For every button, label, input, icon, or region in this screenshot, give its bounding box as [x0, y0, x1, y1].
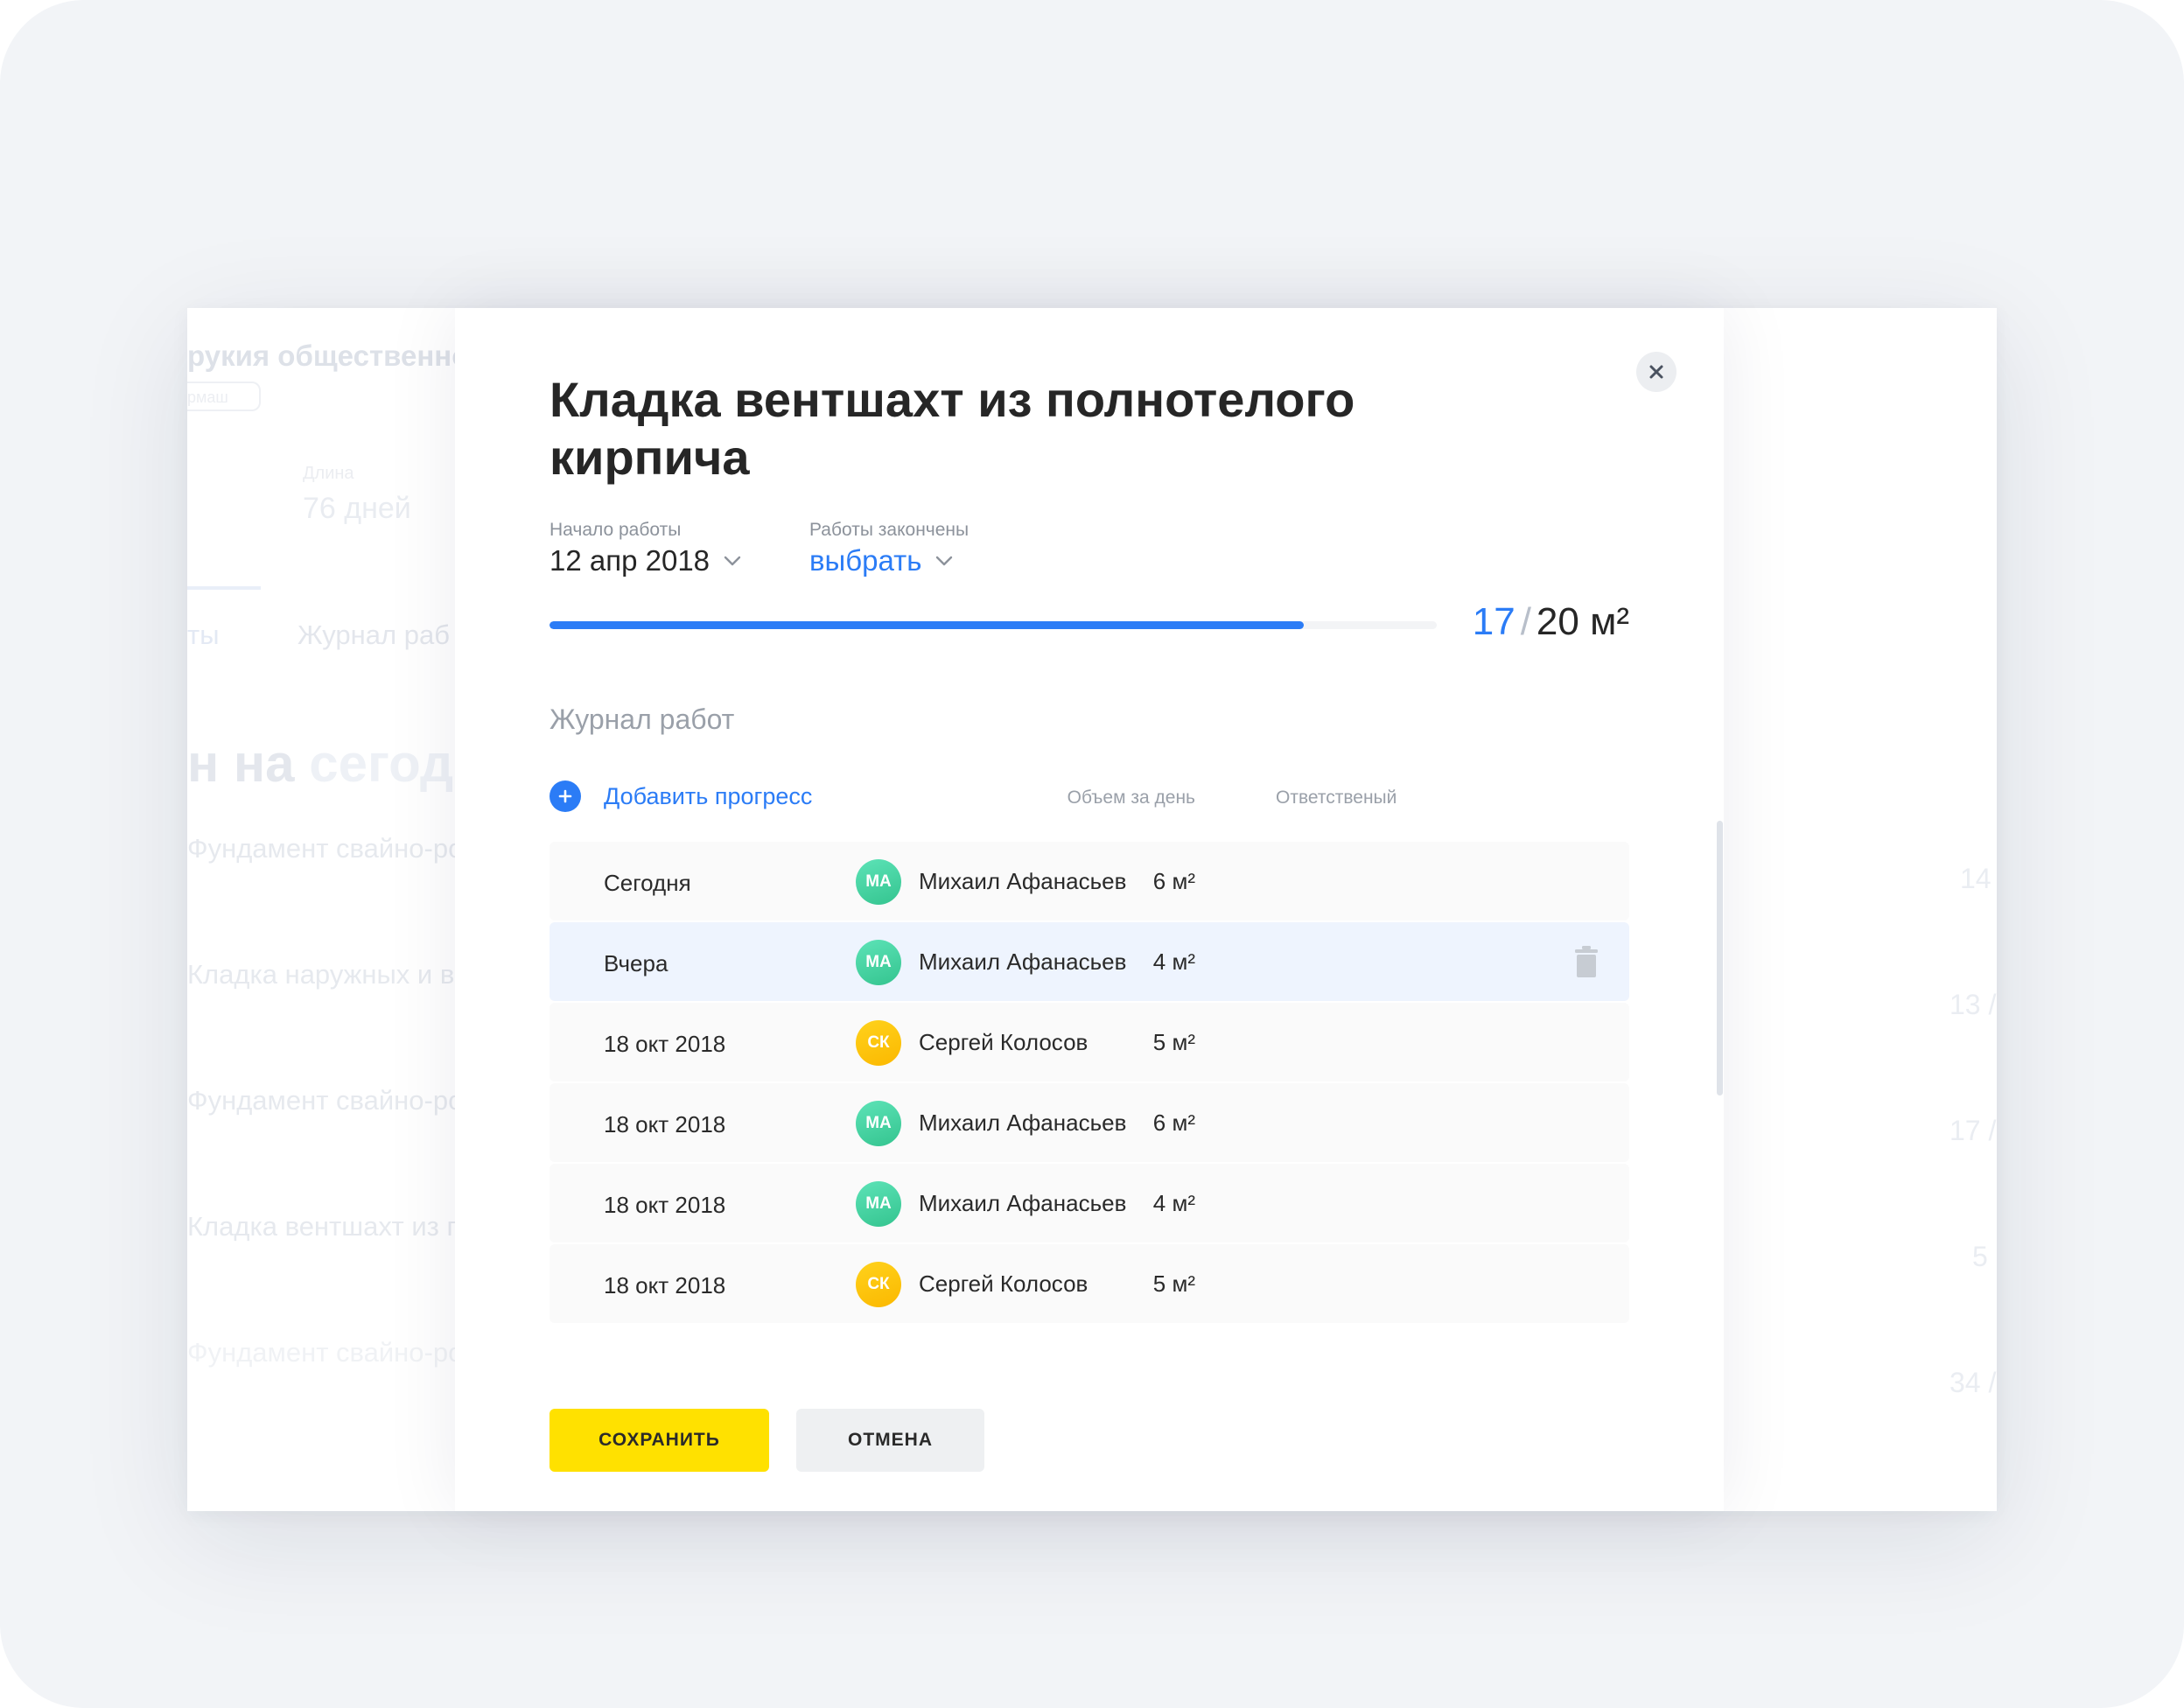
journal-row[interactable]: 18 окт 2018 6 м² МА Михаил Афанасьев — [550, 1083, 1629, 1162]
bg-task-row: Фундамент свайно-ро — [187, 1337, 464, 1368]
avatar: СК — [856, 1262, 901, 1307]
bg-row-count: 14 — [1960, 863, 1992, 894]
journal-row[interactable]: 18 окт 2018 5 м² СК Сергей Колосов — [550, 1003, 1629, 1082]
bg-stat-value: 76 дней — [303, 492, 411, 525]
bg-status-tag: рмаш — [187, 382, 261, 411]
bg-tab-works: ты — [187, 620, 220, 650]
dialog-title: Кладка вентшахт из полнотелого кирпича — [550, 372, 1355, 485]
progress-bar-fill — [550, 621, 1304, 629]
bg-plan-heading: н на сегод — [187, 733, 453, 794]
bg-status-tag-text: рмаш — [187, 388, 228, 406]
delete-row-button[interactable] — [1573, 945, 1600, 978]
task-progress-dialog: Кладка вентшахт из полнотелого кирпича Н… — [455, 308, 1724, 1511]
bg-row-count: 13 / — [1950, 989, 1997, 1020]
avatar: СК — [856, 1020, 901, 1066]
bg-project-title: рукия общественной — [187, 340, 487, 372]
bg-tab-journal: Журнал раб — [298, 620, 450, 650]
progress-total-value: 20 м² — [1536, 600, 1629, 643]
finish-date-label: Работы закончены — [809, 520, 970, 540]
journal-table: Сегодня 6 м² МА Михаил Афанасьев Вчера 4… — [550, 842, 1629, 1325]
row-responsible-name: Михаил Афанасьев — [919, 868, 1127, 894]
row-volume: 4 м² — [1152, 948, 1195, 975]
bg-stat-label: Длина — [303, 464, 354, 483]
journal-row[interactable]: 18 окт 2018 4 м² МА Михаил Афанасьев — [550, 1164, 1629, 1242]
row-date: 18 окт 2018 — [604, 1192, 726, 1218]
row-volume: 6 м² — [1152, 1110, 1195, 1136]
close-icon — [1649, 365, 1663, 379]
cancel-button[interactable]: ОТМЕНА — [796, 1409, 984, 1472]
row-volume: 5 м² — [1152, 1029, 1195, 1055]
journal-row[interactable]: Вчера 4 м² МА Михаил Афанасьев — [550, 922, 1629, 1001]
bg-row-count: 5 — [1972, 1241, 1988, 1272]
bg-task-row: Фундамент свайно-ро — [187, 1085, 464, 1116]
add-progress-button[interactable]: Добавить прогресс — [550, 780, 812, 812]
bg-task-row: Фундамент свайно-ро — [187, 833, 464, 864]
avatar: МА — [856, 1101, 901, 1146]
finish-date-value: выбрать — [809, 544, 922, 577]
close-button[interactable] — [1636, 352, 1676, 392]
progress-bar — [550, 621, 1437, 629]
row-date: 18 окт 2018 — [604, 1111, 726, 1138]
row-responsible-name: Михаил Афанасьев — [919, 1110, 1127, 1136]
finish-date-dropdown[interactable]: выбрать — [809, 544, 953, 578]
plus-circle-icon — [550, 780, 581, 812]
avatar: МА — [856, 940, 901, 985]
row-volume: 6 м² — [1152, 868, 1195, 894]
chevron-down-icon — [936, 556, 953, 566]
row-responsible-name: Сергей Колосов — [919, 1029, 1088, 1055]
screen-backdrop: рукия общественной рмаш Длина 76 дней ты… — [0, 0, 2184, 1708]
row-volume: 4 м² — [1152, 1190, 1195, 1216]
row-responsible-name: Сергей Колосов — [919, 1270, 1088, 1297]
chevron-down-icon — [724, 556, 741, 566]
row-date: Сегодня — [604, 870, 691, 896]
column-header-volume: Объем за день — [1067, 788, 1195, 808]
row-responsible-name: Михаил Афанасьев — [919, 948, 1127, 975]
add-progress-label: Добавить прогресс — [604, 782, 813, 809]
trash-icon — [1575, 946, 1598, 977]
bg-active-tab-underline — [187, 586, 261, 590]
row-responsible-name: Михаил Афанасьев — [919, 1190, 1127, 1216]
column-header-responsible: Ответственый — [1276, 788, 1397, 808]
journal-row[interactable]: Сегодня 6 м² МА Михаил Афанасьев — [550, 842, 1629, 920]
progress-done-value: 17 — [1472, 600, 1516, 643]
scrollbar-thumb[interactable] — [1717, 821, 1723, 1096]
start-date-value: 12 апр 2018 — [550, 544, 710, 577]
journal-row[interactable]: 18 окт 2018 5 м² СК Сергей Колосов — [550, 1244, 1629, 1323]
bg-row-count: 17 / — [1950, 1115, 1997, 1146]
row-date: 18 окт 2018 — [604, 1272, 726, 1298]
row-date: Вчера — [604, 950, 668, 976]
bg-plan-heading-part2: сегод — [309, 734, 454, 793]
journal-heading: Журнал работ — [550, 704, 735, 735]
avatar: МА — [856, 1181, 901, 1227]
start-date-label: Начало работы — [550, 520, 682, 540]
progress-separator: / — [1520, 600, 1531, 643]
bg-task-row: Кладка наружных и в — [187, 959, 455, 990]
bg-row-count: 34 / — [1950, 1367, 1997, 1398]
row-date: 18 окт 2018 — [604, 1031, 726, 1057]
row-volume: 5 м² — [1152, 1270, 1195, 1297]
progress-readout: 17/20 м² — [1473, 600, 1629, 644]
bg-plan-heading-part1: н на — [187, 734, 310, 793]
avatar: МА — [856, 859, 901, 905]
start-date-dropdown[interactable]: 12 апр 2018 — [550, 544, 741, 578]
save-button[interactable]: СОХРАНИТЬ — [550, 1409, 769, 1472]
bg-task-row: Кладка вентшахт из п — [187, 1211, 462, 1242]
